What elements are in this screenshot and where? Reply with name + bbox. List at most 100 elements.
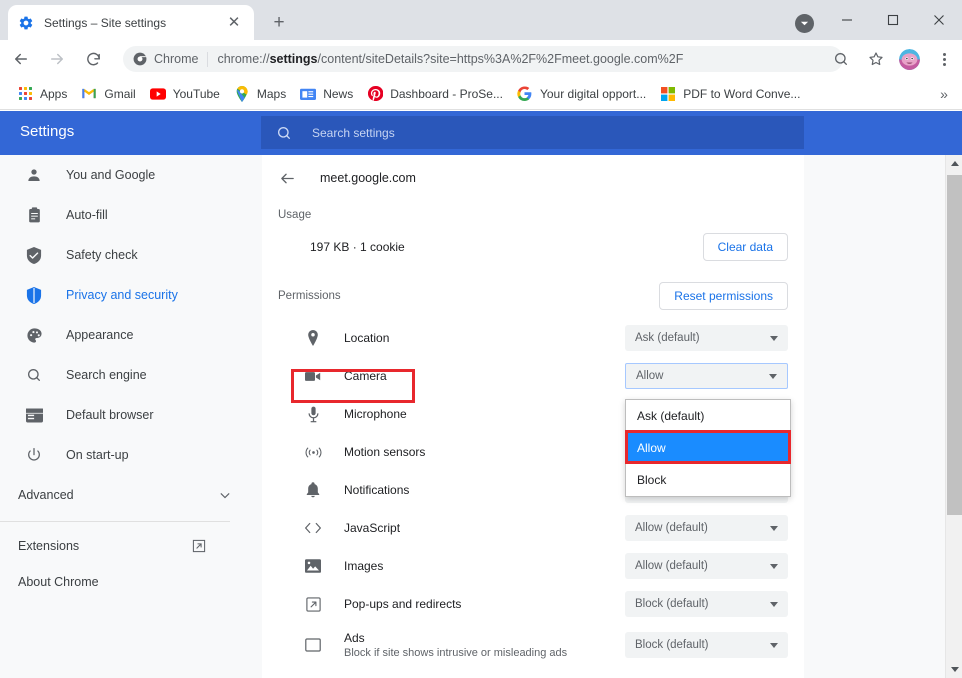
reset-permissions-button[interactable]: Reset permissions bbox=[659, 282, 788, 310]
permission-label: Motion sensors bbox=[344, 445, 425, 459]
bookmark-gmail[interactable]: Gmail bbox=[74, 82, 142, 106]
new-tab-button[interactable]: + bbox=[266, 10, 292, 36]
permission-select-popups-and-redirects[interactable]: Block (default) bbox=[625, 591, 788, 617]
sidebar-item-label: Privacy and security bbox=[66, 288, 178, 302]
sidebar-item-appearance[interactable]: Appearance bbox=[0, 315, 262, 355]
shield-icon bbox=[24, 285, 44, 305]
sidebar-item-extensions[interactable]: Extensions bbox=[0, 528, 230, 564]
location-pin-icon bbox=[304, 329, 322, 347]
clear-data-button[interactable]: Clear data bbox=[703, 233, 788, 261]
chevron-down-icon bbox=[770, 564, 778, 569]
usage-row: 197 KB · 1 cookie Clear data bbox=[262, 221, 804, 273]
sidebar-item-default-browser[interactable]: Default browser bbox=[0, 395, 262, 435]
sidebar-item-label: Default browser bbox=[66, 408, 154, 422]
sidebar-item-about-chrome[interactable]: About Chrome bbox=[0, 564, 230, 600]
permission-label: Images bbox=[344, 559, 383, 573]
close-icon[interactable]: ✕ bbox=[224, 13, 244, 33]
three-dots-icon[interactable] bbox=[934, 49, 954, 69]
permission-select-ads[interactable]: Block (default) bbox=[625, 632, 788, 658]
permission-row-ads: Ads Block if site shows intrusive or mis… bbox=[262, 623, 804, 667]
permission-label: JavaScript bbox=[344, 521, 400, 535]
bookmark-maps[interactable]: Maps bbox=[227, 82, 293, 106]
bookmarks-overflow-icon[interactable]: » bbox=[934, 84, 954, 104]
page-right-padding bbox=[804, 155, 945, 678]
chrome-logo-icon bbox=[133, 52, 147, 66]
forward-icon[interactable] bbox=[42, 44, 72, 74]
google-news-icon bbox=[300, 86, 316, 102]
dropdown-option-allow[interactable]: Allow bbox=[626, 432, 790, 464]
scroll-up-icon[interactable] bbox=[946, 155, 962, 172]
close-window-icon[interactable] bbox=[916, 0, 962, 40]
popup-redirect-icon bbox=[304, 595, 322, 613]
external-link-icon bbox=[192, 539, 206, 553]
apps-grid-icon bbox=[17, 86, 33, 102]
sidebar-advanced-toggle[interactable]: Advanced bbox=[0, 475, 230, 515]
avatar[interactable] bbox=[899, 49, 920, 70]
minimize-icon[interactable] bbox=[824, 0, 870, 40]
chevron-down-icon bbox=[770, 602, 778, 607]
sidebar-item-label: Appearance bbox=[66, 328, 133, 342]
sidebar-item-privacy-and-security[interactable]: Privacy and security bbox=[0, 275, 262, 315]
bookmark-label: Maps bbox=[257, 87, 286, 101]
sidebar-item-search-engine[interactable]: Search engine bbox=[0, 355, 262, 395]
select-value: Block (default) bbox=[635, 598, 709, 610]
search-icon[interactable] bbox=[831, 49, 851, 69]
sidebar-item-auto-fill[interactable]: Auto-fill bbox=[0, 195, 262, 235]
sidebar-item-on-start-up[interactable]: On start-up bbox=[0, 435, 262, 475]
bookmark-news[interactable]: News bbox=[293, 82, 360, 106]
sidebar-item-label: You and Google bbox=[66, 168, 155, 182]
reload-icon[interactable] bbox=[78, 44, 108, 74]
sidebar-item-label: On start-up bbox=[66, 448, 129, 462]
permission-select-images[interactable]: Allow (default) bbox=[625, 553, 788, 579]
omnibox-url: chrome://settings/content/siteDetails?si… bbox=[217, 52, 833, 66]
permission-select-location[interactable]: Ask (default) bbox=[625, 325, 788, 351]
bookmark-label: Gmail bbox=[104, 87, 135, 101]
back-icon[interactable] bbox=[6, 44, 36, 74]
bookmark-youtube[interactable]: YouTube bbox=[143, 82, 227, 106]
bookmark-label: Apps bbox=[40, 87, 67, 101]
browser-tab-settings[interactable]: Settings – Site settings ✕ bbox=[8, 5, 254, 40]
select-value: Block (default) bbox=[635, 639, 709, 651]
dropdown-option-ask-default[interactable]: Ask (default) bbox=[626, 400, 790, 432]
sidebar-item-label: Auto-fill bbox=[66, 208, 108, 222]
microphone-icon bbox=[304, 405, 322, 423]
permission-select-javascript[interactable]: Allow (default) bbox=[625, 515, 788, 541]
camera-permission-dropdown[interactable]: Ask (default) Allow Block bbox=[625, 399, 791, 497]
permissions-header: Permissions Reset permissions bbox=[262, 273, 804, 319]
search-icon bbox=[24, 365, 44, 385]
bookmark-dashboard[interactable]: Dashboard - ProSe... bbox=[360, 82, 510, 106]
search-placeholder: Search settings bbox=[312, 126, 395, 140]
search-settings-input[interactable]: Search settings bbox=[261, 116, 804, 149]
sidebar-item-you-and-google[interactable]: You and Google bbox=[0, 155, 262, 195]
video-camera-icon bbox=[304, 367, 322, 385]
address-bar[interactable]: Chrome chrome://settings/content/siteDet… bbox=[123, 46, 843, 72]
clipboard-icon bbox=[24, 205, 44, 225]
select-value: Allow bbox=[636, 370, 663, 382]
permission-row-location: Location Ask (default) bbox=[262, 319, 804, 357]
shield-check-icon bbox=[24, 245, 44, 265]
microsoft-squares-icon bbox=[660, 86, 676, 102]
profile-caret-icon[interactable] bbox=[795, 14, 814, 33]
arrow-left-icon[interactable] bbox=[276, 167, 298, 189]
bookmark-label: PDF to Word Conve... bbox=[683, 87, 800, 101]
maximize-icon[interactable] bbox=[870, 0, 916, 40]
bookmark-apps[interactable]: Apps bbox=[10, 82, 74, 106]
bookmark-your-digital-opportunity[interactable]: Your digital opport... bbox=[510, 82, 653, 106]
scroll-down-icon[interactable] bbox=[946, 661, 962, 678]
chevron-down-icon bbox=[770, 336, 778, 341]
scrollbar-thumb[interactable] bbox=[947, 175, 962, 515]
sidebar-item-safety-check[interactable]: Safety check bbox=[0, 235, 262, 275]
permission-row-javascript: JavaScript Allow (default) bbox=[262, 509, 804, 547]
bookmark-pdf-to-word[interactable]: PDF to Word Conve... bbox=[653, 82, 807, 106]
youtube-icon bbox=[150, 86, 166, 102]
browser-toolbar: Chrome chrome://settings/content/siteDet… bbox=[0, 40, 962, 78]
dropdown-option-block[interactable]: Block bbox=[626, 464, 790, 496]
chevron-down-icon bbox=[220, 492, 230, 499]
motion-sensor-icon bbox=[304, 443, 322, 461]
star-icon[interactable] bbox=[866, 49, 886, 69]
palette-icon bbox=[24, 325, 44, 345]
page-scrollbar[interactable] bbox=[945, 155, 962, 678]
permission-select-camera[interactable]: Allow bbox=[625, 363, 788, 389]
browser-window: Settings – Site settings ✕ + bbox=[0, 0, 962, 678]
gear-icon bbox=[18, 15, 34, 31]
